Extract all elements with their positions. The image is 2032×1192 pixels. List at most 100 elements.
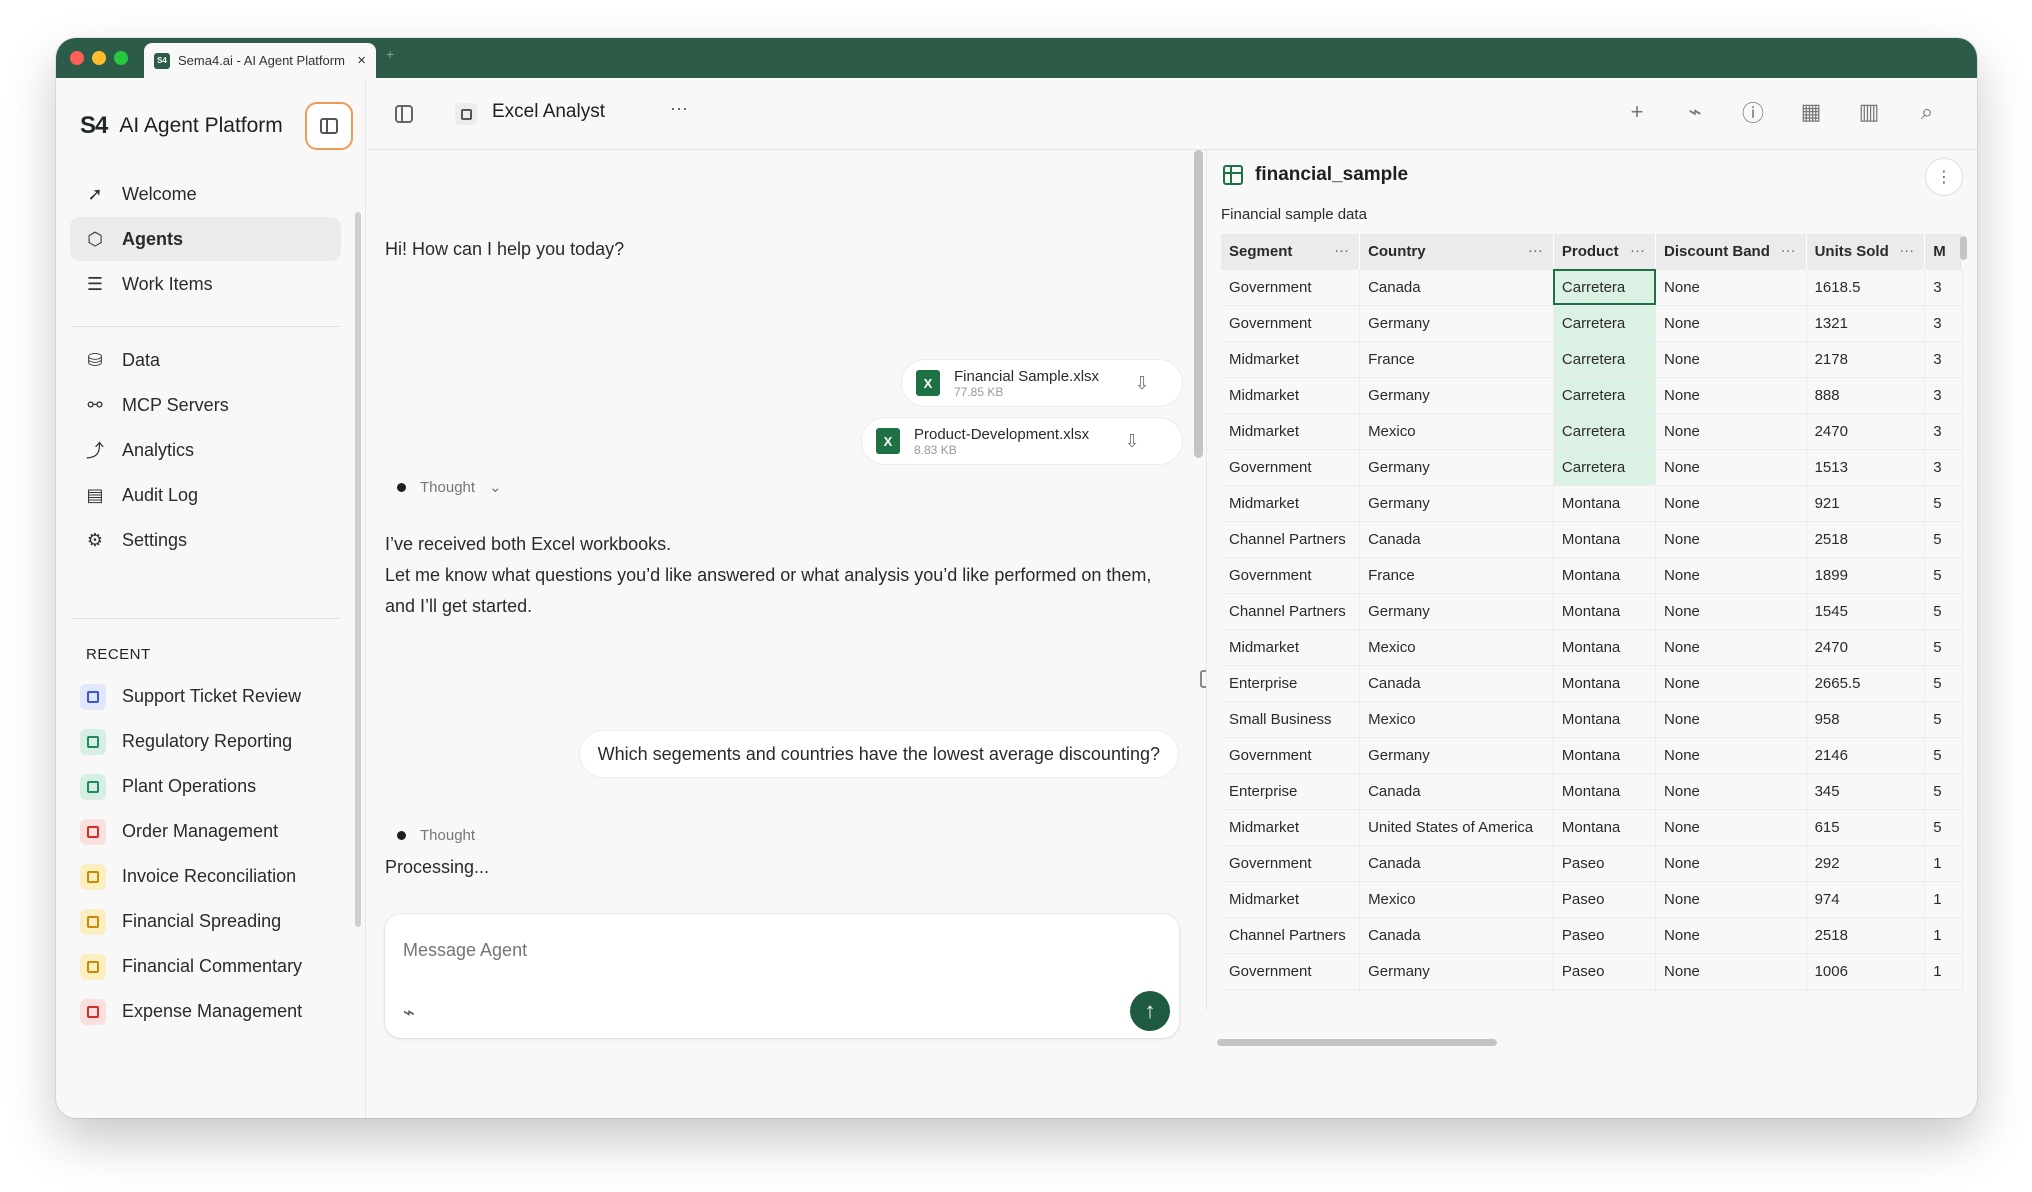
brand[interactable]: S4 AI Agent Platform [80, 112, 283, 140]
table-cell[interactable]: 5 [1924, 484, 1963, 521]
table-cell[interactable]: Canada [1359, 664, 1554, 701]
agent-title[interactable]: Excel Analyst [492, 101, 605, 123]
table-icon[interactable]: ▦ [1799, 99, 1823, 124]
table-cell[interactable]: None [1655, 736, 1807, 773]
table-cell[interactable]: Midmarket [1221, 412, 1361, 449]
table-cell[interactable]: 2518 [1806, 916, 1926, 953]
table-cell[interactable]: Paseo [1553, 880, 1657, 917]
table-cell[interactable]: Government [1221, 844, 1361, 881]
table-cell[interactable]: 1 [1924, 952, 1963, 989]
table-cell[interactable]: 1 [1924, 880, 1963, 917]
recent-item-expense-management[interactable]: Expense Management [70, 989, 341, 1034]
table-cell[interactable]: Carretera [1553, 412, 1657, 449]
table-cell[interactable]: Germany [1359, 952, 1554, 989]
table-vertical-scrollbar[interactable] [1960, 236, 1967, 260]
table-cell[interactable]: 5 [1924, 736, 1963, 773]
table-cell[interactable]: 3 [1924, 268, 1963, 305]
table-cell[interactable]: None [1655, 520, 1807, 557]
table-cell[interactable]: Canada [1359, 520, 1554, 557]
sidebar-item-data[interactable]: ⛁ Data [70, 338, 341, 382]
paperclip-icon[interactable]: ⌁ [403, 1000, 415, 1025]
table-cell[interactable]: None [1655, 412, 1807, 449]
table-cell[interactable]: 1 [1924, 988, 1963, 994]
table-cell[interactable]: Mexico [1359, 700, 1554, 737]
column-header[interactable]: Product ··· [1553, 234, 1657, 269]
thought-toggle[interactable]: Thought ⌄ [397, 478, 502, 496]
sidebar-scrollbar[interactable] [355, 212, 361, 927]
table-horizontal-scrollbar[interactable] [1217, 1039, 1497, 1046]
sidebar-item-audit-log[interactable]: ▤ Audit Log [70, 473, 341, 517]
table-cell[interactable]: None [1655, 916, 1807, 953]
table-cell[interactable]: None [1655, 772, 1807, 809]
table-cell[interactable]: 5 [1924, 700, 1963, 737]
column-menu-icon[interactable]: ··· [1528, 242, 1543, 259]
table-cell[interactable]: Montana [1553, 592, 1657, 629]
table-cell[interactable]: Montana [1553, 520, 1657, 557]
column-header[interactable]: M [1924, 234, 1963, 269]
table-cell[interactable]: Montana [1553, 700, 1657, 737]
message-input[interactable] [403, 940, 1103, 961]
collapse-sidebar-button[interactable] [305, 102, 353, 150]
column-menu-icon[interactable]: ··· [1334, 242, 1349, 259]
table-cell[interactable]: 2470 [1806, 412, 1926, 449]
table-cell[interactable]: Montana [1553, 808, 1657, 845]
table-cell[interactable]: 2146 [1806, 736, 1926, 773]
table-cell[interactable]: 5 [1924, 592, 1963, 629]
table-cell[interactable]: Carretera [1553, 304, 1657, 341]
close-icon[interactable]: × [357, 52, 366, 69]
table-cell[interactable]: 5 [1924, 808, 1963, 845]
table-cell[interactable]: 1545 [1806, 592, 1926, 629]
table-cell[interactable]: 5 [1924, 772, 1963, 809]
table-cell[interactable]: 3 [1924, 340, 1963, 377]
table-cell[interactable]: 5 [1924, 520, 1963, 557]
table-cell[interactable]: None [1655, 664, 1807, 701]
table-cell[interactable]: 1321 [1806, 304, 1926, 341]
search-icon[interactable]: ⌕ [1915, 99, 1939, 124]
table-cell[interactable]: 5 [1924, 556, 1963, 593]
table-cell[interactable]: Midmarket [1221, 484, 1361, 521]
send-button[interactable]: ↑ [1130, 991, 1170, 1031]
table-cell[interactable]: Canada [1359, 916, 1554, 953]
column-menu-icon[interactable]: ··· [1781, 242, 1796, 259]
table-cell[interactable]: Midmarket [1221, 340, 1361, 377]
table-cell[interactable]: Government [1221, 268, 1361, 305]
table-cell[interactable]: Montana [1553, 628, 1657, 665]
close-window-button[interactable] [70, 51, 84, 65]
table-cell[interactable]: 1513 [1806, 448, 1926, 485]
thought-indicator[interactable]: Thought [397, 827, 475, 844]
table-cell[interactable]: 367 [1806, 988, 1926, 994]
table-cell[interactable]: Channel Partners [1221, 592, 1361, 629]
table-cell[interactable]: Channel Partners [1221, 916, 1361, 953]
table-cell[interactable]: Germany [1359, 304, 1554, 341]
maximize-window-button[interactable] [114, 51, 128, 65]
table-cell[interactable]: 888 [1806, 376, 1926, 413]
table-cell[interactable]: Midmarket [1221, 808, 1361, 845]
table-cell[interactable]: None [1655, 988, 1807, 994]
table-cell[interactable]: Montana [1553, 772, 1657, 809]
table-cell[interactable]: Paseo [1553, 988, 1657, 994]
table-cell[interactable]: Midmarket [1221, 376, 1361, 413]
sidebar-item-agents[interactable]: ⬡ Agents [70, 217, 341, 261]
table-cell[interactable]: Mexico [1359, 412, 1554, 449]
table-cell[interactable]: Enterprise [1221, 664, 1361, 701]
recent-item-support-ticket-review[interactable]: Support Ticket Review [70, 674, 341, 719]
table-cell[interactable]: 974 [1806, 880, 1926, 917]
table-cell[interactable]: Canada [1359, 268, 1554, 305]
table-cell[interactable]: None [1655, 484, 1807, 521]
table-cell[interactable]: None [1655, 376, 1807, 413]
table-cell[interactable]: 958 [1806, 700, 1926, 737]
table-cell[interactable]: 2518 [1806, 520, 1926, 557]
more-options-icon[interactable]: ··· [670, 98, 688, 119]
sidebar-item-analytics[interactable]: ⤴ Analytics [70, 428, 341, 472]
table-cell[interactable]: 5 [1924, 664, 1963, 701]
table-cell[interactable]: Paseo [1553, 952, 1657, 989]
table-cell[interactable]: 1 [1924, 844, 1963, 881]
table-cell[interactable]: Government [1221, 952, 1361, 989]
table-cell[interactable]: Germany [1359, 448, 1554, 485]
column-header[interactable]: Discount Band ··· [1655, 234, 1807, 269]
table-cell[interactable]: Carretera [1553, 376, 1657, 413]
table-cell[interactable]: Government [1221, 736, 1361, 773]
table-cell[interactable]: 615 [1806, 808, 1926, 845]
table-cell[interactable]: Carretera [1553, 448, 1657, 485]
table-cell[interactable]: None [1655, 880, 1807, 917]
